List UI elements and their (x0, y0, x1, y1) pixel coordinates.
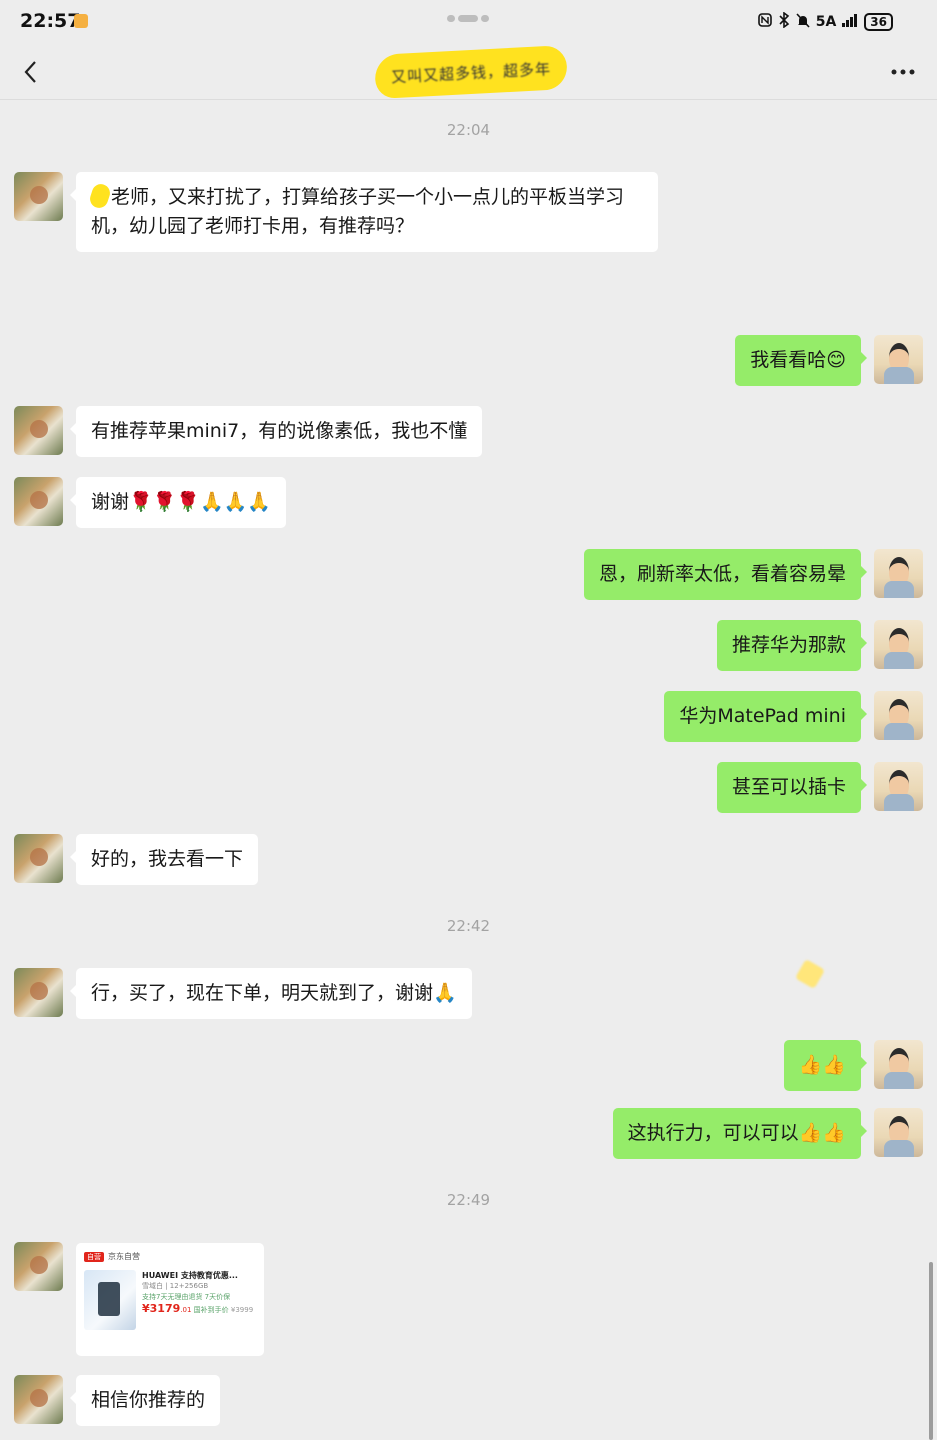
avatar-other[interactable] (14, 477, 63, 526)
avatar-other[interactable] (14, 968, 63, 1017)
avatar-other[interactable] (14, 172, 63, 221)
status-icons: 5A 36 (757, 11, 893, 32)
battery-indicator: 36 (864, 13, 893, 31)
more-dots-icon (891, 69, 915, 75)
product-spec: 雪域白 | 12+256GB (142, 1282, 209, 1290)
original-price: ¥3999 (230, 1306, 254, 1314)
avatar-self[interactable] (874, 549, 923, 598)
window-grabber[interactable] (447, 15, 492, 34)
redaction-mark (794, 958, 826, 990)
scrollbar[interactable] (929, 1262, 933, 1440)
message-bubble-sent[interactable]: 推荐华为那款 (716, 620, 868, 671)
notification-app-icon (74, 14, 88, 28)
self-operated-badge: 自营 (84, 1251, 104, 1262)
avatar-self[interactable] (874, 762, 923, 811)
signal-icon (842, 13, 858, 31)
status-bar: 22:57 5A 36 (0, 0, 937, 44)
message-text: 谢谢🌹🌹🌹🙏🙏🙏 (91, 491, 271, 513)
mute-bell-icon (796, 12, 810, 32)
message-timestamp: 22:04 (446, 121, 491, 139)
avatar-self[interactable] (874, 335, 923, 384)
chevron-left-icon (24, 61, 36, 83)
message-text: 有推荐苹果mini7，有的说像素低，我也不懂 (91, 420, 468, 442)
message-timestamp: 22:42 (446, 917, 491, 935)
message-text: 老师，又来打扰了，打算给孩子买一个小一点儿的平板当学习机，幼儿园了老师打卡用，有… (91, 186, 625, 237)
more-options-button[interactable] (889, 60, 917, 84)
message-bubble-sent[interactable]: 这执行力，可以可以👍👍 (612, 1108, 868, 1159)
message-bubble-received[interactable]: 相信你推荐的 (69, 1375, 221, 1426)
avatar-other[interactable] (14, 1375, 63, 1424)
avatar-self[interactable] (874, 1108, 923, 1157)
product-price: ¥3179.01 (142, 1302, 192, 1315)
product-card-header: 自营 京东自营 (84, 1251, 256, 1262)
avatar-other[interactable] (14, 406, 63, 455)
message-bubble-sent[interactable]: 👍👍 (783, 1040, 868, 1091)
nfc-icon (757, 13, 772, 31)
message-bubble-received[interactable]: 好的，我去看一下 (69, 834, 259, 885)
message-text: 好的，我去看一下 (91, 848, 244, 870)
store-name: 京东自营 (108, 1252, 140, 1261)
message-text: 甚至可以插卡 (731, 776, 846, 798)
message-bubble-sent[interactable]: 甚至可以插卡 (716, 762, 868, 813)
message-bubble-received[interactable]: 行，买了，现在下单，明天就到了，谢谢🙏 (70, 968, 472, 1019)
message-text: 行，买了，现在下单，明天就到了，谢谢🙏 (91, 982, 457, 1004)
redaction-mark (87, 181, 113, 211)
avatar-self[interactable] (874, 691, 923, 740)
message-bubble-sent[interactable]: 恩，刷新率太低，看着容易晕 (583, 549, 868, 600)
message-bubble-sent[interactable]: 我看看哈😊 (735, 335, 867, 386)
message-timestamp: 22:49 (446, 1191, 491, 1209)
message-bubble-received[interactable]: 谢谢🌹🌹🌹🙏🙏🙏 (70, 477, 286, 528)
avatar-self[interactable] (874, 1040, 923, 1089)
price-note: 国补到手价 (193, 1306, 229, 1314)
chat-title: 又叫又超多钱，超多年 (390, 59, 552, 86)
redacted-chat-title: 又叫又超多钱，超多年 (373, 45, 569, 99)
message-text: 这执行力，可以可以👍👍 (627, 1122, 846, 1144)
message-text: 我看看哈😊 (750, 349, 846, 371)
avatar-other[interactable] (14, 834, 63, 883)
message-bubble-received[interactable]: 有推荐苹果mini7，有的说像素低，我也不懂 (69, 406, 483, 457)
message-text: 相信你推荐的 (91, 1389, 206, 1411)
product-title: HUAWEI 支持教育优惠... (142, 1271, 238, 1280)
product-card-message[interactable]: 自营 京东自营 HUAWEI 支持教育优惠... 雪域白 | 12+256GB … (76, 1243, 264, 1356)
message-bubble-received[interactable]: 老师，又来打扰了，打算给孩子买一个小一点儿的平板当学习机，幼儿园了老师打卡用，有… (70, 172, 658, 252)
avatar-other[interactable] (14, 1242, 63, 1291)
message-text: 华为MatePad mini (679, 705, 846, 727)
message-text: 👍👍 (798, 1054, 846, 1076)
network-type: 5A (815, 14, 837, 30)
bluetooth-icon (778, 11, 790, 32)
status-time: 22:57 (20, 10, 81, 32)
message-bubble-sent[interactable]: 华为MatePad mini (664, 691, 867, 742)
chat-header: 又叫又超多钱，超多年 (0, 44, 937, 100)
message-text: 推荐华为那款 (731, 634, 846, 656)
avatar-self[interactable] (874, 620, 923, 669)
message-text: 恩，刷新率太低，看着容易晕 (598, 563, 846, 585)
product-image (84, 1270, 136, 1330)
back-button[interactable] (14, 56, 46, 88)
